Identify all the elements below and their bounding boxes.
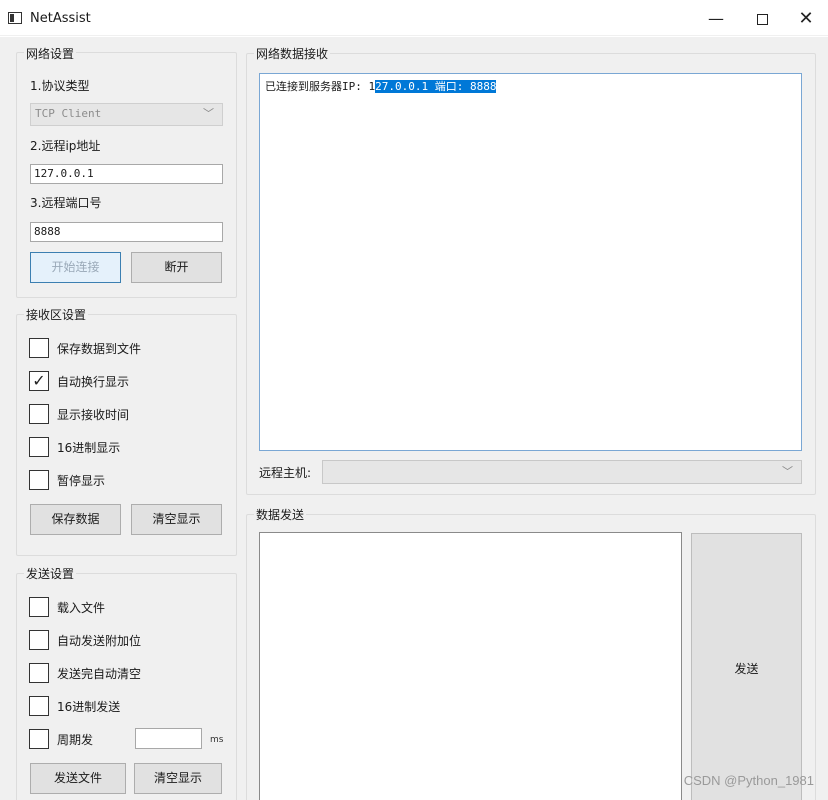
send-area-title: 数据发送	[254, 506, 307, 523]
port-input[interactable]: 8888	[30, 222, 223, 242]
port-label: 3.远程端口号	[30, 196, 102, 210]
send-file-button[interactable]: 发送文件	[30, 763, 126, 794]
checkbox[interactable]	[29, 470, 49, 490]
network-settings-title: 网络设置	[24, 45, 77, 62]
clear-receive-button[interactable]: 清空显示	[131, 504, 222, 535]
checkmark-icon[interactable]: ✓	[29, 371, 49, 391]
received-text: 已连接到服务器IP: 1	[265, 80, 376, 93]
receive-settings-title: 接收区设置	[24, 306, 89, 323]
protocol-value: TCP Client	[35, 107, 102, 120]
selected-text: 27.0.0.1 端口: 8888	[375, 80, 497, 93]
checkbox[interactable]	[29, 630, 49, 650]
disconnect-button[interactable]: 断开	[131, 252, 222, 283]
send-settings-title: 发送设置	[24, 565, 77, 582]
window-title: NetAssist	[30, 11, 91, 26]
checkbox[interactable]	[29, 597, 49, 617]
option-label: 保存数据到文件	[57, 342, 142, 356]
period-unit: ms	[210, 735, 224, 745]
checkbox[interactable]	[29, 663, 49, 683]
option-label: 自动换行显示	[57, 375, 130, 389]
clear-send-button[interactable]: 清空显示	[134, 763, 222, 794]
title-bar: NetAssist — ✕	[0, 0, 828, 36]
chevron-down-icon: ﹀	[782, 465, 793, 478]
option-label: 载入文件	[57, 601, 106, 615]
remote-host-label: 远程主机:	[259, 466, 312, 480]
checkbox[interactable]	[29, 729, 49, 749]
minimize-button[interactable]: —	[696, 6, 736, 32]
client-area: 网络设置 1.协议类型 TCP Client ﹀ 2.远程ip地址 127.0.…	[0, 37, 828, 800]
ip-label: 2.远程ip地址	[30, 139, 101, 153]
save-data-button[interactable]: 保存数据	[30, 504, 121, 535]
option-label: 显示接收时间	[57, 408, 130, 422]
checkbox[interactable]	[29, 696, 49, 716]
send-text-area[interactable]	[259, 532, 682, 800]
option-label: 自动发送附加位	[57, 634, 142, 648]
option-label: 周期发	[57, 733, 94, 747]
maximize-button[interactable]	[742, 6, 782, 32]
remote-host-select[interactable]: ﹀	[322, 460, 802, 484]
connect-button[interactable]: 开始连接	[30, 252, 121, 283]
checkbox[interactable]	[29, 404, 49, 424]
option-label: 16进制显示	[57, 441, 121, 455]
receive-area-title: 网络数据接收	[254, 45, 331, 62]
checkbox[interactable]	[29, 338, 49, 358]
app-icon	[8, 12, 22, 24]
option-label: 发送完自动清空	[57, 667, 142, 681]
close-button[interactable]: ✕	[786, 6, 826, 32]
option-label: 暂停显示	[57, 474, 106, 488]
chevron-down-icon: ﹀	[203, 107, 214, 120]
watermark: CSDN @Python_1981	[683, 773, 814, 788]
checkbox[interactable]	[29, 437, 49, 457]
receive-text-area[interactable]: 已连接到服务器IP: 127.0.0.1 端口: 8888	[259, 73, 802, 451]
protocol-select[interactable]: TCP Client ﹀	[30, 103, 223, 126]
protocol-label: 1.协议类型	[30, 79, 90, 93]
period-input[interactable]	[135, 728, 202, 749]
ip-input[interactable]: 127.0.0.1	[30, 164, 223, 184]
send-button[interactable]: 发送	[691, 533, 802, 800]
maximize-icon	[756, 14, 768, 25]
option-label: 16进制发送	[57, 700, 121, 714]
